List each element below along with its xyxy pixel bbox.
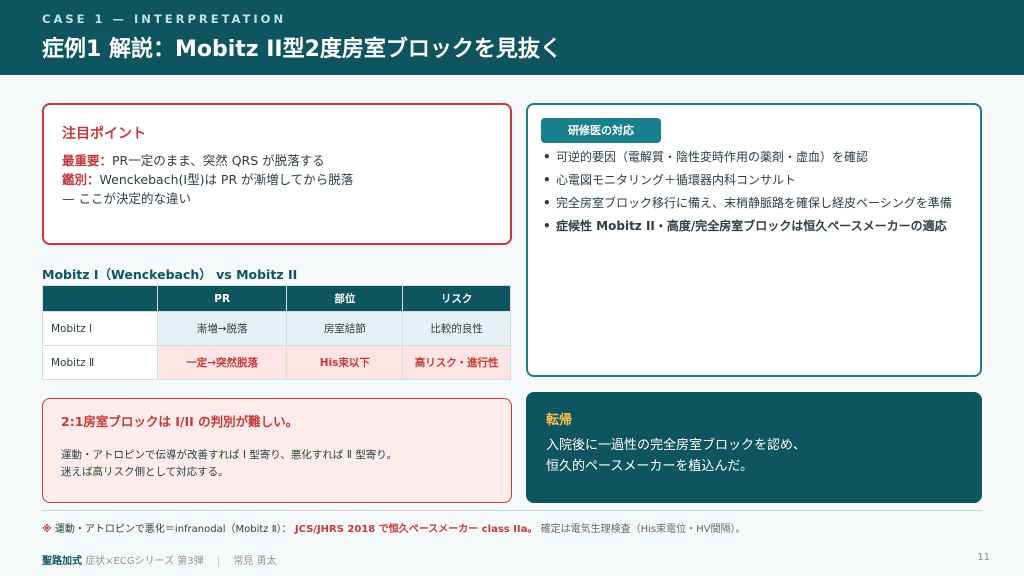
row-label-mobitz-1: Mobitz Ⅰ [42,311,158,346]
cell-risk: 高リスク・進行性 [402,345,511,380]
comparison-header-row: PR 部位 リスク [42,285,511,312]
warning-line: 運動・アトロピンで伝導が改善すれば Ⅰ 型寄り、悪化すれば Ⅱ 型寄り。 [61,449,397,461]
comparison-title: Mobitz I（Wenckebach） vs Mobitz II [42,267,298,282]
comparison-table: PR 部位 リスク Mobitz Ⅰ 漸増→脱落 房室結節 比較的良性 Mobi… [42,285,511,380]
footnote-mark: ※ [42,524,52,535]
warning-card: 2:1房室ブロックは I/II の判別が難しい。 運動・アトロピンで伝導が改善す… [42,398,512,503]
cell-pr: 漸増→脱落 [156,311,288,346]
resident-actions-card: 研修医の対応 可逆的要因（電解質・陰性変時作用の薬剤・虚血）を確認 心電図モニタ… [526,103,982,377]
cell-pr: 一定→突然脱落 [156,345,288,380]
footer: 聖路加式 症状×ECGシリーズ 第3弾 | 常見 勇太 [42,552,277,567]
comparison-header-pr: PR [156,285,288,312]
outcome-line: 恒久的ペースメーカーを植込んだ。 [546,459,753,474]
focus-line-primary: 最重要：PR一定のまま、突然 QRS が脱落する [62,151,492,170]
comparison-header-site: 部位 [286,285,404,312]
page-number: 11 [977,552,990,563]
table-row: Mobitz Ⅱ 一定→突然脱落 His束以下 高リスク・進行性 [42,345,511,380]
focus-lines: 最重要：PR一定のまま、突然 QRS が脱落する 鑑別：Wenckebach(I… [62,151,492,208]
outcome-heading: 転帰 [546,413,573,428]
slide-title: 症例1 解説：Mobitz II型2度房室ブロックを見抜く [42,37,562,62]
warning-heading: 2:1房室ブロックは I/II の判別が難しい。 [61,414,299,429]
footnote-emphasis: JCS/JHRS 2018 で恒久ペースメーカー class IIa。 [294,524,538,535]
comparison-header-risk: リスク [402,285,511,312]
footer-author: 常見 勇太 [233,556,277,567]
footer-separator: | [216,556,221,567]
table-row: Mobitz Ⅰ 漸増→脱落 房室結節 比較的良性 [42,311,511,346]
comparison-header-blank [42,285,158,312]
focus-line-differential-text: Wenckebach(I型)は PR が漸増してから脱落 [99,172,354,187]
footnote: ※ 運動・アトロピンで悪化＝infranodal（Mobitz Ⅱ）： JCS/… [42,520,982,535]
focus-line-note: — ここが決定的な違い [62,191,191,206]
outcome-card: 転帰 入院後に一過性の完全房室ブロックを認め、 恒久的ペースメーカーを植込んだ。 [526,392,982,503]
footnote-text-1: 運動・アトロピンで悪化＝infranodal（Mobitz Ⅱ）： [54,524,292,535]
outcome-body: 入院後に一過性の完全房室ブロックを認め、 恒久的ペースメーカーを植込んだ。 [546,435,966,477]
list-item: 可逆的要因（電解質・陰性変時作用の薬剤・虚血）を確認 [542,149,967,166]
row-label-mobitz-2: Mobitz Ⅱ [42,345,158,380]
footer-series: 症状×ECGシリーズ 第3弾 [85,556,204,567]
cell-site: His束以下 [286,345,404,380]
warning-line: 迷えば高リスク側として対応する。 [61,466,229,478]
focus-line-primary-label: 最重要： [62,153,113,168]
list-item: 症候性 Mobitz II・高度/完全房室ブロックは恒久ペースメーカーの適応 [542,218,967,235]
footnote-text-2: 確定は電気生理検査（His束電位・HV間隔）。 [540,524,746,535]
list-item: 心電図モニタリング＋循環器内科コンサルト [542,172,967,189]
focus-line-differential-label: 鑑別： [62,172,100,187]
resident-badge: 研修医の対応 [541,118,661,143]
outcome-line: 入院後に一過性の完全房室ブロックを認め、 [546,438,807,453]
focus-line-primary-text: PR一定のまま、突然 QRS が脱落する [112,153,325,168]
focus-heading: 注目ポイント [62,126,146,142]
footer-brand: 聖路加式 [42,556,82,567]
cell-site: 房室結節 [286,311,404,346]
cell-risk: 比較的良性 [402,311,511,346]
focus-line-differential: 鑑別：Wenckebach(I型)は PR が漸増してから脱落 [62,170,492,189]
focus-points-card: 注目ポイント 最重要：PR一定のまま、突然 QRS が脱落する 鑑別：Wenck… [42,103,512,245]
section-kicker: CASE 1 — INTERPRETATION [42,12,287,26]
warning-body: 運動・アトロピンで伝導が改善すれば Ⅰ 型寄り、悪化すれば Ⅱ 型寄り。 迷えば… [61,447,501,481]
resident-action-list: 可逆的要因（電解質・陰性変時作用の薬剤・虚血）を確認 心電図モニタリング＋循環器… [542,149,967,241]
list-item: 完全房室ブロック移行に備え、末梢静脈路を確保し経皮ペーシングを準備 [542,195,967,212]
footer-divider [42,510,982,511]
slide-header: CASE 1 — INTERPRETATION 症例1 解説：Mobitz II… [0,0,1024,75]
